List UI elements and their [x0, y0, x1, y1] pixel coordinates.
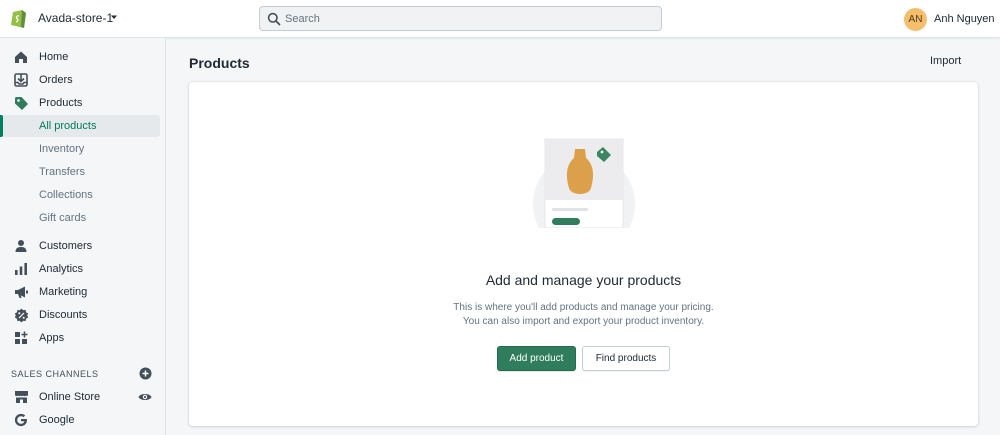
add-product-button[interactable]: Add product: [497, 346, 576, 371]
google-icon: [13, 412, 29, 428]
add-channel-icon[interactable]: [139, 367, 152, 380]
find-products-button[interactable]: Find products: [582, 346, 670, 371]
eye-icon[interactable]: [138, 390, 152, 404]
sidebar-item-label: Google: [39, 414, 75, 426]
sidebar-subitem-all-products[interactable]: All products: [0, 115, 160, 137]
sidebar-subitem-label: Inventory: [39, 143, 85, 155]
customer-icon: [13, 238, 29, 254]
empty-state-text-line-2: You can also import and export your prod…: [462, 316, 705, 327]
sidebar-item-discounts[interactable]: Discounts: [0, 304, 166, 326]
page-title: Products: [189, 55, 250, 71]
user-menu[interactable]: AN Anh Nguyen: [904, 7, 995, 31]
sidebar-item-label: Analytics: [39, 263, 84, 275]
top-bar: Avada-store-1 AN Anh Nguyen: [0, 0, 1000, 38]
sidebar-subitem-transfers[interactable]: Transfers: [0, 161, 166, 183]
sidebar-subitem-label: Collections: [39, 189, 93, 201]
shopify-logo-icon[interactable]: [10, 8, 28, 29]
empty-state-heading: Add and manage your products: [485, 272, 682, 288]
sidebar-item-home[interactable]: Home: [0, 46, 166, 68]
home-icon: [13, 49, 29, 65]
tag-icon: [13, 95, 29, 111]
active-indicator: [0, 115, 3, 137]
sidebar-item-label: Home: [39, 51, 69, 63]
user-name[interactable]: Anh Nguyen: [934, 13, 995, 25]
sidebar-item-label: Customers: [39, 240, 93, 252]
search-input[interactable]: [285, 8, 655, 29]
sidebar-item-label: Orders: [39, 74, 73, 86]
sidebar-subitem-label: Gift cards: [39, 212, 87, 224]
sidebar-item-customers[interactable]: Customers: [0, 235, 166, 257]
store-name[interactable]: Avada-store-1: [38, 11, 113, 25]
product-illustration: [533, 138, 635, 228]
sidebar-item-orders[interactable]: Orders: [0, 69, 166, 91]
sidebar-item-apps[interactable]: Apps: [0, 327, 166, 349]
sidebar-item-label: Online Store: [39, 391, 101, 403]
sidebar-item-google[interactable]: Google: [0, 409, 166, 431]
sidebar-item-label: Apps: [39, 332, 65, 344]
store-icon: [13, 389, 29, 405]
sidebar-subitem-label: All products: [39, 120, 97, 132]
sidebar-subitem-gift-cards[interactable]: Gift cards: [0, 207, 166, 229]
empty-state-actions: Add product Find products: [189, 346, 978, 371]
orders-icon: [13, 72, 29, 88]
sidebar-item-label: Products: [39, 97, 83, 109]
empty-state-card: Add and manage your products This is whe…: [189, 82, 978, 426]
sidebar-item-analytics[interactable]: Analytics: [0, 258, 166, 280]
sidebar-subitem-collections[interactable]: Collections: [0, 184, 166, 206]
search-icon: [267, 12, 281, 26]
megaphone-icon: [13, 284, 29, 300]
sidebar-item-online-store[interactable]: Online Store: [0, 386, 166, 408]
search-bar[interactable]: [259, 6, 662, 31]
sidebar-item-products[interactable]: Products: [0, 92, 166, 114]
apps-icon: [13, 330, 29, 346]
sidebar-item-label: Marketing: [39, 286, 88, 298]
sales-channels-heading: SALES CHANNELS: [11, 369, 99, 379]
sidebar-subitem-label: Transfers: [39, 166, 86, 178]
avatar[interactable]: AN: [904, 7, 927, 31]
sidebar-subitem-inventory[interactable]: Inventory: [0, 138, 166, 160]
sidebar-item-marketing[interactable]: Marketing: [0, 281, 166, 303]
sidebar-item-label: Discounts: [39, 309, 88, 321]
empty-state-text-line-1: This is where you'll add products and ma…: [453, 302, 714, 313]
import-button[interactable]: Import: [930, 53, 961, 69]
discount-icon: [13, 307, 29, 323]
analytics-icon: [13, 261, 29, 277]
chevron-down-icon[interactable]: [109, 12, 119, 22]
sidebar: Home Orders Products All products Invent…: [0, 38, 166, 435]
